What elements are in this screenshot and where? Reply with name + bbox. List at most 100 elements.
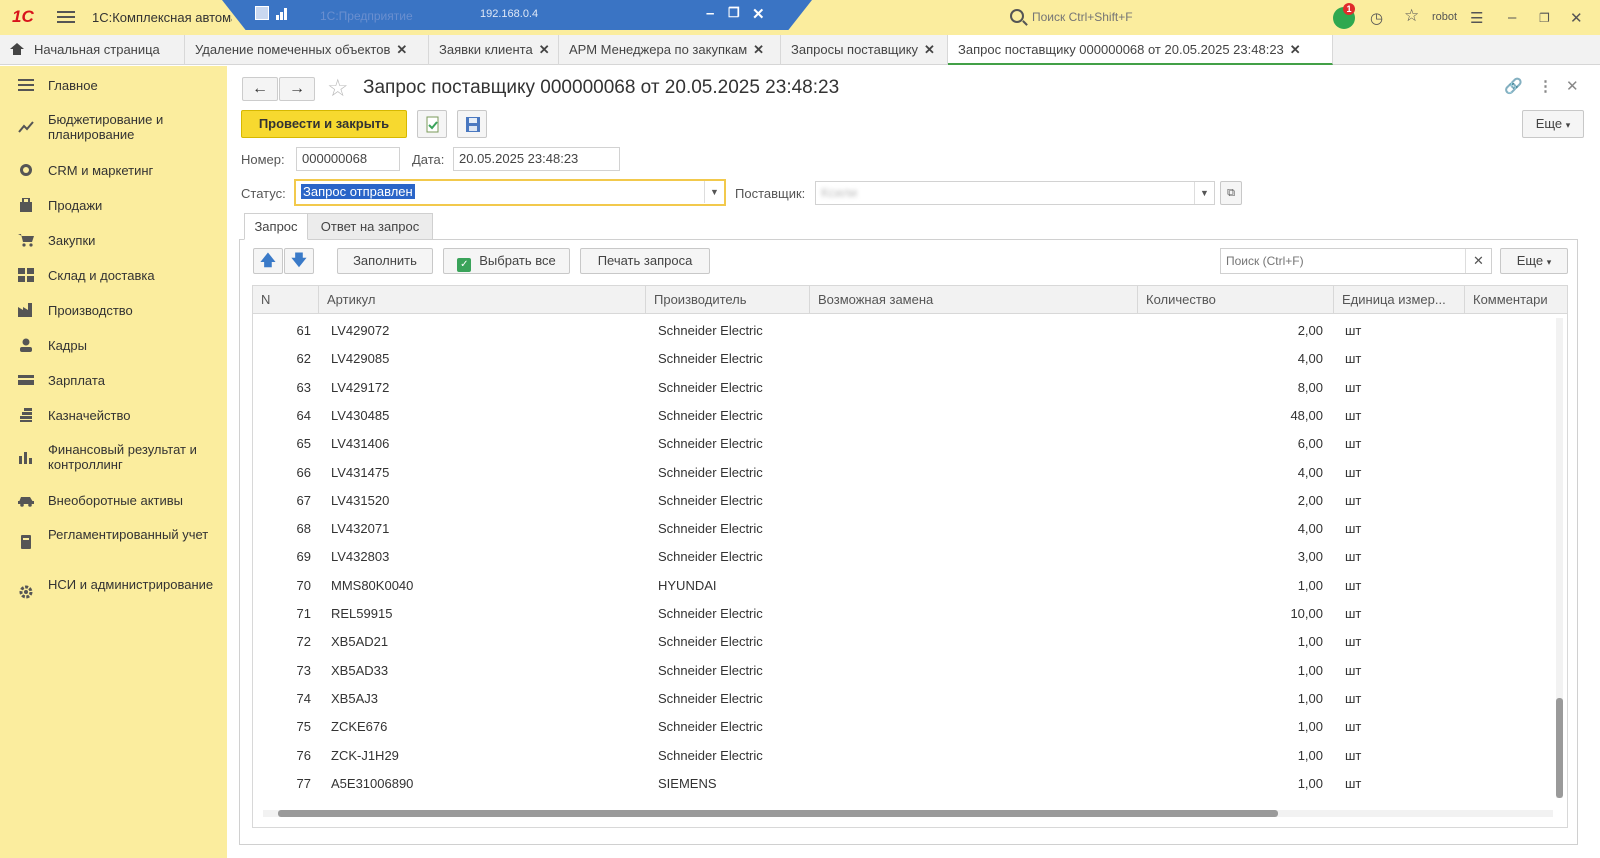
- column-header-replacement[interactable]: Возможная замена: [810, 286, 1138, 314]
- chevron-down-icon[interactable]: ▼: [1194, 182, 1214, 204]
- column-header-n[interactable]: N: [253, 286, 319, 314]
- scrollbar-thumb[interactable]: [1556, 698, 1563, 798]
- remote-close-icon[interactable]: ✕: [752, 5, 765, 23]
- move-up-button[interactable]: 🡅: [253, 248, 283, 274]
- table-row[interactable]: 72 XB5AD21 Schneider Electric 1,00 шт: [253, 628, 1553, 656]
- tab-request[interactable]: Запрос: [244, 213, 308, 240]
- global-search[interactable]: [1010, 7, 1300, 29]
- sidebar-item-hr[interactable]: Кадры: [0, 336, 227, 356]
- clear-search-icon[interactable]: ✕: [1465, 249, 1491, 273]
- column-header-unit[interactable]: Единица измер...: [1334, 286, 1465, 314]
- table-row[interactable]: 61 LV429072 Schneider Electric 2,00 шт: [253, 317, 1553, 345]
- app-logo[interactable]: 1С: [12, 7, 46, 27]
- column-header-maker[interactable]: Производитель: [646, 286, 810, 314]
- remote-minimize-icon[interactable]: –: [706, 5, 714, 22]
- table-row[interactable]: 73 XB5AD33 Schneider Electric 1,00 шт: [253, 657, 1553, 685]
- table-row[interactable]: 70 MMS80K0040 HYUNDAI 1,00 шт: [253, 572, 1553, 600]
- sidebar-item-regulated[interactable]: Регламентированный учет: [0, 526, 227, 558]
- hamburger-menu-icon[interactable]: [57, 8, 75, 26]
- date-field[interactable]: 20.05.2025 23:48:23: [453, 147, 620, 171]
- table-row[interactable]: 63 LV429172 Schneider Electric 8,00 шт: [253, 374, 1553, 402]
- table-row[interactable]: 69 LV432803 Schneider Electric 3,00 шт: [253, 543, 1553, 571]
- tab-home[interactable]: Начальная страница: [0, 35, 185, 65]
- table-row[interactable]: 67 LV431520 Schneider Electric 2,00 шт: [253, 487, 1553, 515]
- horizontal-scrollbar[interactable]: [263, 810, 1553, 817]
- tab-response[interactable]: Ответ на запрос: [307, 213, 433, 240]
- back-button[interactable]: ←: [242, 77, 278, 101]
- table-row[interactable]: 64 LV430485 Schneider Electric 48,00 шт: [253, 402, 1553, 430]
- sidebar-item-salary[interactable]: Зарплата: [0, 371, 227, 391]
- open-supplier-icon[interactable]: ⧉: [1220, 181, 1242, 205]
- sidebar-item-crm[interactable]: CRM и маркетинг: [0, 161, 227, 181]
- link-icon[interactable]: 🔗: [1504, 77, 1523, 95]
- table-more-button[interactable]: Еще ▾: [1500, 248, 1568, 274]
- sidebar-item-finance[interactable]: Финансовый результат и контроллинг: [0, 441, 227, 473]
- status-select[interactable]: Запрос отправлен ▼: [294, 179, 726, 206]
- table-row[interactable]: 77 A5E31006890 SIEMENS 1,00 шт: [253, 770, 1553, 798]
- sidebar-item-admin[interactable]: НСИ и администрирование: [0, 576, 227, 608]
- sidebar-item-purchases[interactable]: Закупки: [0, 231, 227, 251]
- tab-close-icon[interactable]: ✕: [753, 42, 764, 57]
- close-icon[interactable]: ✕: [1570, 9, 1583, 27]
- column-header-comment[interactable]: Комментари: [1465, 286, 1567, 314]
- number-field[interactable]: 000000068: [296, 147, 400, 171]
- sidebar-item-budgeting[interactable]: Бюджетирование и планирование: [0, 111, 227, 143]
- forward-button[interactable]: →: [279, 77, 315, 101]
- column-header-article[interactable]: Артикул: [319, 286, 646, 314]
- cell-article: LV431520: [331, 492, 390, 508]
- global-search-input[interactable]: [1032, 8, 1292, 26]
- chevron-down-icon[interactable]: ▼: [704, 181, 724, 203]
- remote-pin-icon[interactable]: [255, 6, 269, 20]
- settings-menu-icon[interactable]: ☰: [1470, 9, 1483, 27]
- sidebar-item-fixed-assets[interactable]: Внеоборотные активы: [0, 491, 227, 511]
- cell-qty: 1,00: [1297, 634, 1323, 650]
- table-search[interactable]: ✕: [1220, 248, 1492, 274]
- move-down-button[interactable]: 🡇: [284, 248, 314, 274]
- table-search-input[interactable]: [1221, 249, 1461, 273]
- table-row[interactable]: 65 LV431406 Schneider Electric 6,00 шт: [253, 430, 1553, 458]
- fill-button[interactable]: Заполнить: [337, 248, 433, 274]
- remote-restore-icon[interactable]: ❐: [728, 5, 740, 21]
- vertical-scrollbar[interactable]: [1556, 318, 1563, 798]
- supplier-field[interactable]: Ксили ▼: [815, 181, 1215, 205]
- table-row[interactable]: 75 ZCKE676 Schneider Electric 1,00 шт: [253, 713, 1553, 741]
- tab-supplier-request-doc[interactable]: Запрос поставщику 000000068 от 20.05.202…: [948, 35, 1333, 65]
- tab-close-icon[interactable]: ✕: [396, 42, 407, 57]
- favorites-star-icon[interactable]: ☆: [1404, 6, 1419, 26]
- cell-article: ZCKE676: [331, 719, 388, 735]
- minimize-icon[interactable]: –: [1508, 9, 1516, 26]
- sidebar-item-production[interactable]: Производство: [0, 301, 227, 321]
- more-actions-icon[interactable]: ⋮: [1538, 77, 1553, 95]
- restore-icon[interactable]: ❐: [1539, 11, 1550, 25]
- post-and-close-button[interactable]: Провести и закрыть: [241, 110, 407, 138]
- tab-purchase-manager[interactable]: АРМ Менеджера по закупкам ✕: [559, 35, 781, 65]
- print-request-button[interactable]: Печать запроса: [580, 248, 710, 274]
- table-row[interactable]: 71 REL59915 Schneider Electric 10,00 шт: [253, 600, 1553, 628]
- sidebar-item-warehouse[interactable]: Склад и доставка: [0, 266, 227, 286]
- favorite-star-icon[interactable]: ☆: [327, 74, 349, 103]
- save-button[interactable]: [457, 110, 487, 138]
- table-row[interactable]: 68 LV432071 Schneider Electric 4,00 шт: [253, 515, 1553, 543]
- close-form-icon[interactable]: ✕: [1566, 77, 1579, 95]
- tab-close-icon[interactable]: ✕: [539, 42, 550, 57]
- sidebar-item-main[interactable]: Главное: [0, 76, 227, 96]
- table-row[interactable]: 62 LV429085 Schneider Electric 4,00 шт: [253, 345, 1553, 373]
- post-button[interactable]: [417, 110, 447, 138]
- table-row[interactable]: 76 ZCK-J1H29 Schneider Electric 1,00 шт: [253, 742, 1553, 770]
- tab-close-icon[interactable]: ✕: [924, 42, 935, 57]
- current-user[interactable]: robot: [1432, 11, 1457, 23]
- cell-maker: Schneider Electric: [658, 323, 763, 338]
- table-row[interactable]: 66 LV431475 Schneider Electric 4,00 шт: [253, 459, 1553, 487]
- table-row[interactable]: 74 XB5AJ3 Schneider Electric 1,00 шт: [253, 685, 1553, 713]
- sidebar-item-treasury[interactable]: Казначейство: [0, 406, 227, 426]
- history-icon[interactable]: ◷: [1370, 9, 1383, 27]
- column-header-qty[interactable]: Количество: [1138, 286, 1334, 314]
- select-all-button[interactable]: ✓ Выбрать все: [443, 248, 570, 274]
- tab-close-icon[interactable]: ✕: [1290, 42, 1301, 57]
- tab-supplier-requests[interactable]: Запросы поставщику ✕: [781, 35, 948, 65]
- tab-delete-marked[interactable]: Удаление помеченных объектов ✕: [185, 35, 429, 65]
- tab-client-orders[interactable]: Заявки клиента ✕: [429, 35, 559, 65]
- scrollbar-thumb[interactable]: [278, 810, 1278, 817]
- more-button[interactable]: Еще ▾: [1522, 110, 1584, 138]
- sidebar-item-sales[interactable]: Продажи: [0, 196, 227, 216]
